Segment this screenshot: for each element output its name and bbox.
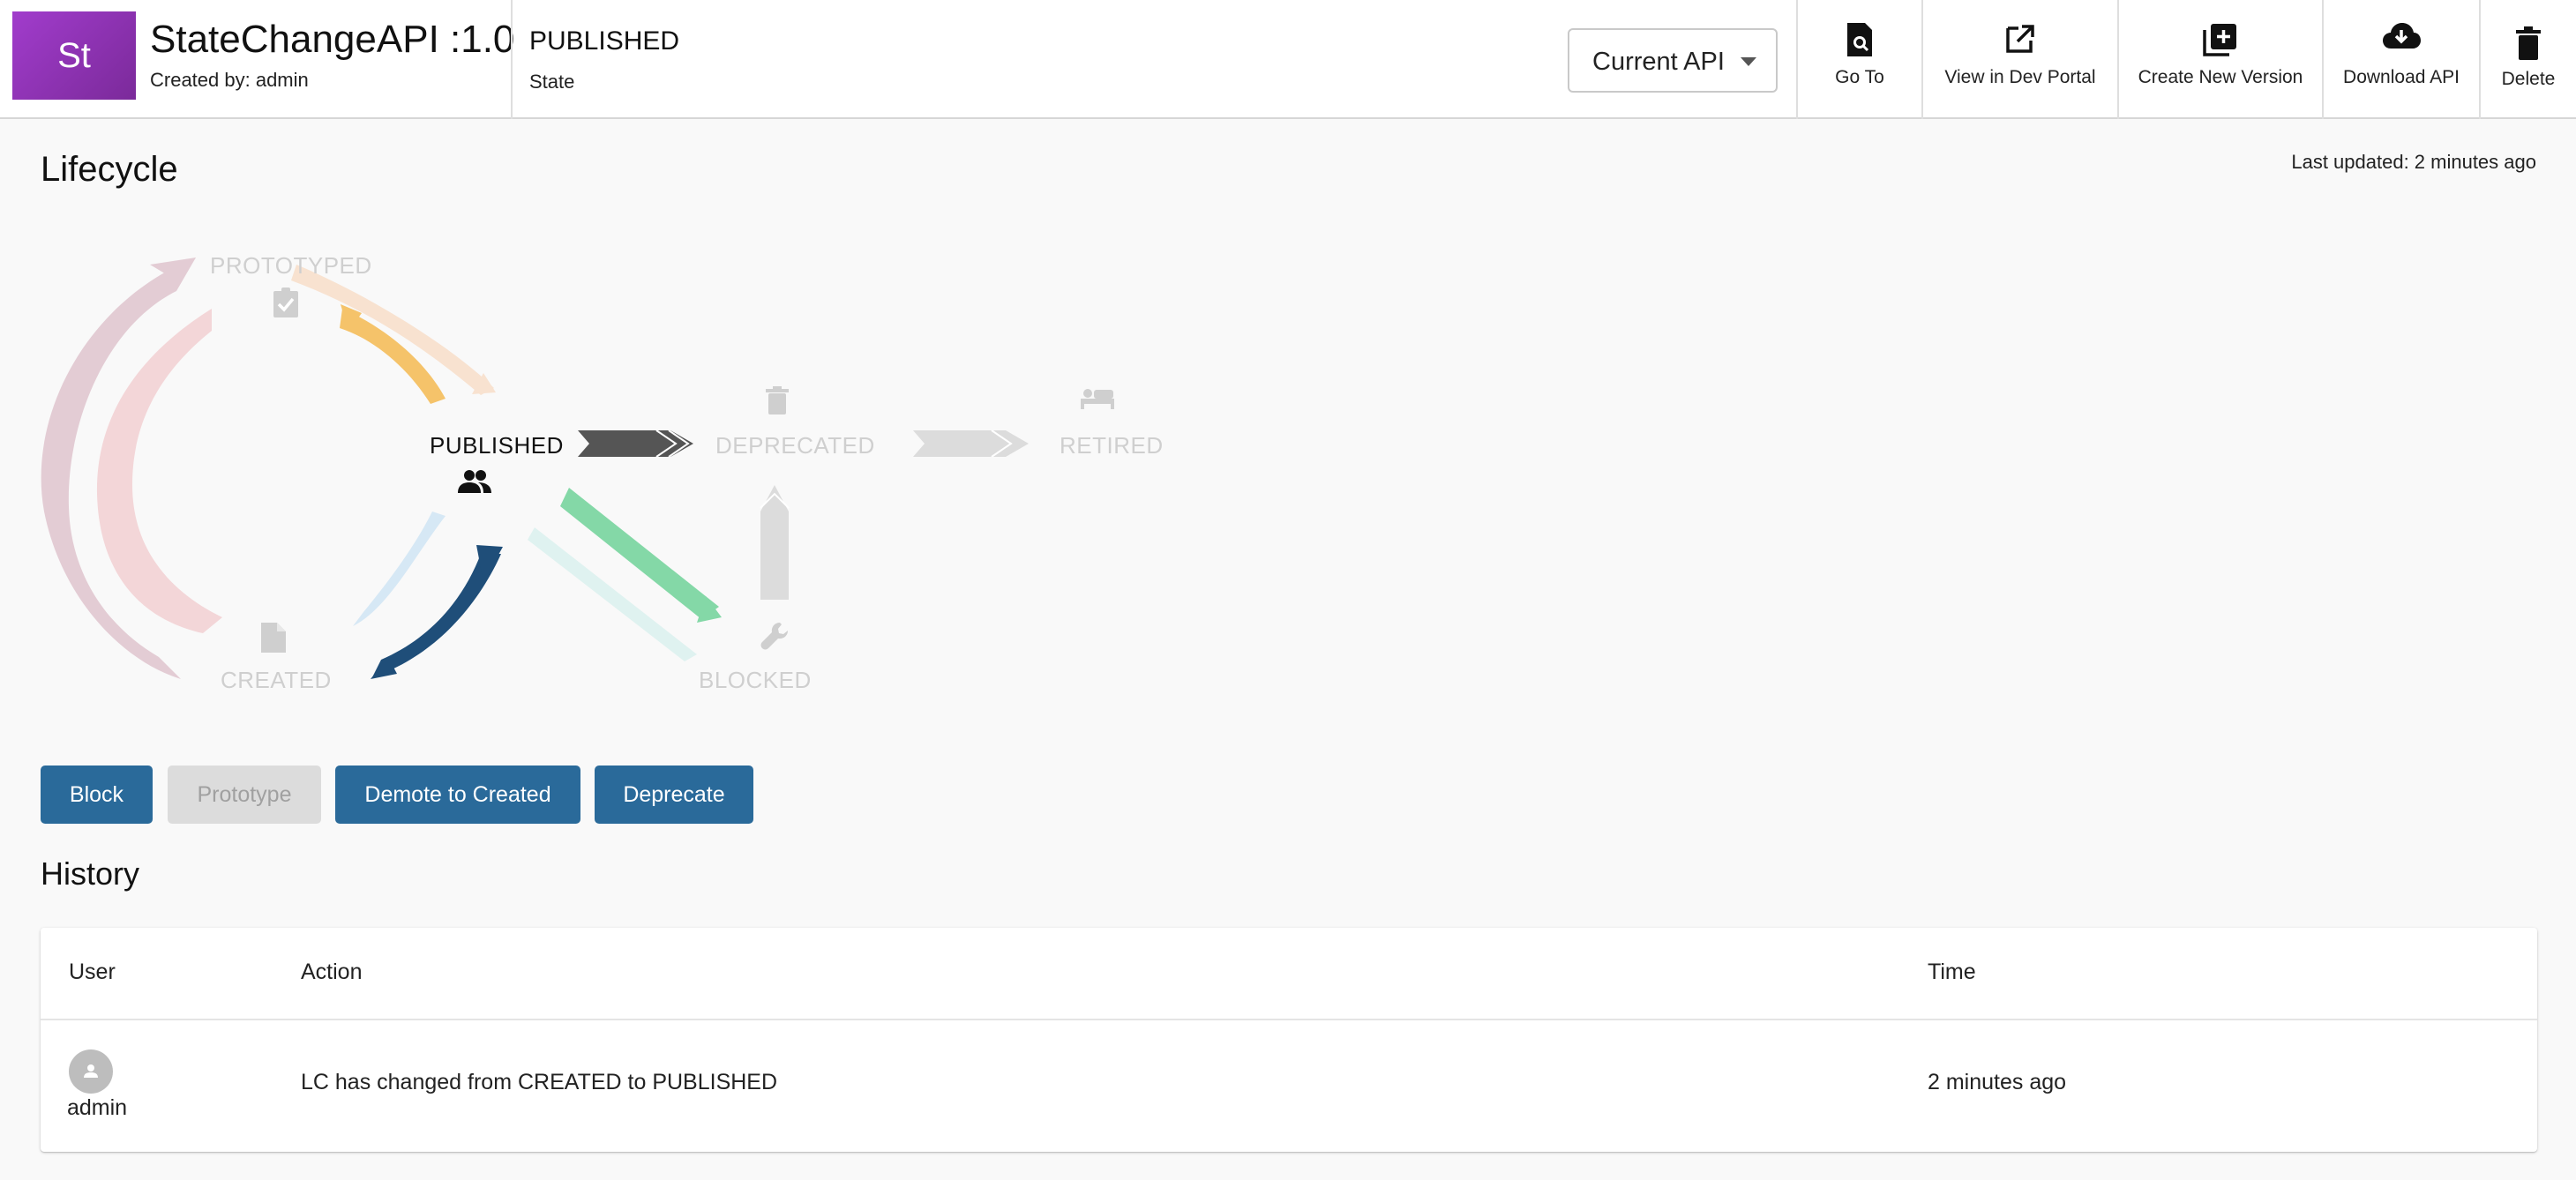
api-name: StateChangeAPI :1.0 (150, 18, 515, 61)
history-title: History (41, 855, 140, 892)
cloud-download-icon (2383, 23, 2421, 49)
published-to-created-light-arrow (353, 512, 446, 626)
api-avatar: St (12, 11, 136, 100)
lifecycle-arrows (41, 258, 1029, 679)
create-new-version-label: Create New Version (2138, 67, 2303, 87)
clipboard-check-icon (273, 288, 298, 317)
delete-label: Delete (2501, 69, 2556, 89)
state-created: CREATED (221, 667, 332, 693)
create-new-version-button[interactable]: Create New Version (2119, 0, 2322, 119)
delete-button[interactable]: Delete (2481, 0, 2576, 119)
lifecycle-diagram: PROTOTYPED PUBLISHED DEPRECATED RETIRED … (0, 229, 1235, 723)
trash-icon (2516, 26, 2541, 60)
go-to-button[interactable]: Go To (1798, 0, 1921, 119)
state-published: PUBLISHED (430, 432, 564, 459)
go-to-label: Go To (1835, 67, 1884, 87)
prototyped-to-created-inner-arrow (96, 309, 222, 633)
prototype-button[interactable]: Prototype (168, 766, 321, 824)
people-icon (458, 470, 491, 493)
caret-down-icon (1741, 57, 1756, 66)
wrench-icon (760, 623, 788, 650)
divider (511, 0, 513, 119)
state-label: State (529, 71, 575, 93)
search-document-icon (1847, 23, 1872, 56)
history-table: User Action Time admin LC has changed fr… (41, 928, 2537, 1152)
view-in-dev-portal-label: View in Dev Portal (1944, 67, 2096, 87)
block-arrow (560, 488, 719, 619)
state-blocked: BLOCKED (699, 667, 812, 693)
view-in-dev-portal-button[interactable]: View in Dev Portal (1923, 0, 2117, 119)
column-header-action: Action (301, 960, 363, 984)
last-updated: Last updated: 2 minutes ago (2291, 151, 2536, 173)
add-box-icon (2203, 24, 2236, 56)
row-user: admin (67, 1095, 128, 1120)
created-by: Created by: admin (150, 69, 309, 91)
block-button[interactable]: Block (41, 766, 153, 824)
state-value: PUBLISHED (529, 26, 680, 56)
download-api-label: Download API (2343, 67, 2460, 87)
trash-icon (766, 386, 789, 414)
state-deprecated: DEPRECATED (715, 432, 875, 459)
api-version-select[interactable]: Current API (1568, 28, 1778, 93)
deprecate-button[interactable]: Deprecate (595, 766, 753, 824)
state-retired: RETIRED (1060, 432, 1164, 459)
header-divider (41, 1019, 2537, 1020)
external-link-icon (2006, 25, 2034, 53)
download-api-button[interactable]: Download API (2324, 0, 2479, 119)
prototyped-to-published-light-arrow (291, 265, 494, 395)
user-avatar (69, 1049, 113, 1094)
demote-to-created-button[interactable]: Demote to Created (335, 766, 580, 824)
api-header: St StateChangeAPI :1.0 Created by: admin… (0, 0, 2576, 119)
row-time: 2 minutes ago (1928, 1070, 2067, 1094)
person-icon (84, 1064, 98, 1078)
state-prototyped: PROTOTYPED (210, 252, 372, 279)
column-header-user: User (69, 960, 116, 984)
lifecycle-title: Lifecycle (41, 150, 178, 189)
document-icon (261, 623, 286, 653)
column-header-time: Time (1928, 960, 1976, 984)
api-version-select-value: Current API (1592, 48, 1725, 76)
bed-icon (1081, 389, 1114, 409)
blocked-to-deprecated-arrow (760, 485, 789, 600)
row-action: LC has changed from CREATED to PUBLISHED (301, 1070, 778, 1094)
